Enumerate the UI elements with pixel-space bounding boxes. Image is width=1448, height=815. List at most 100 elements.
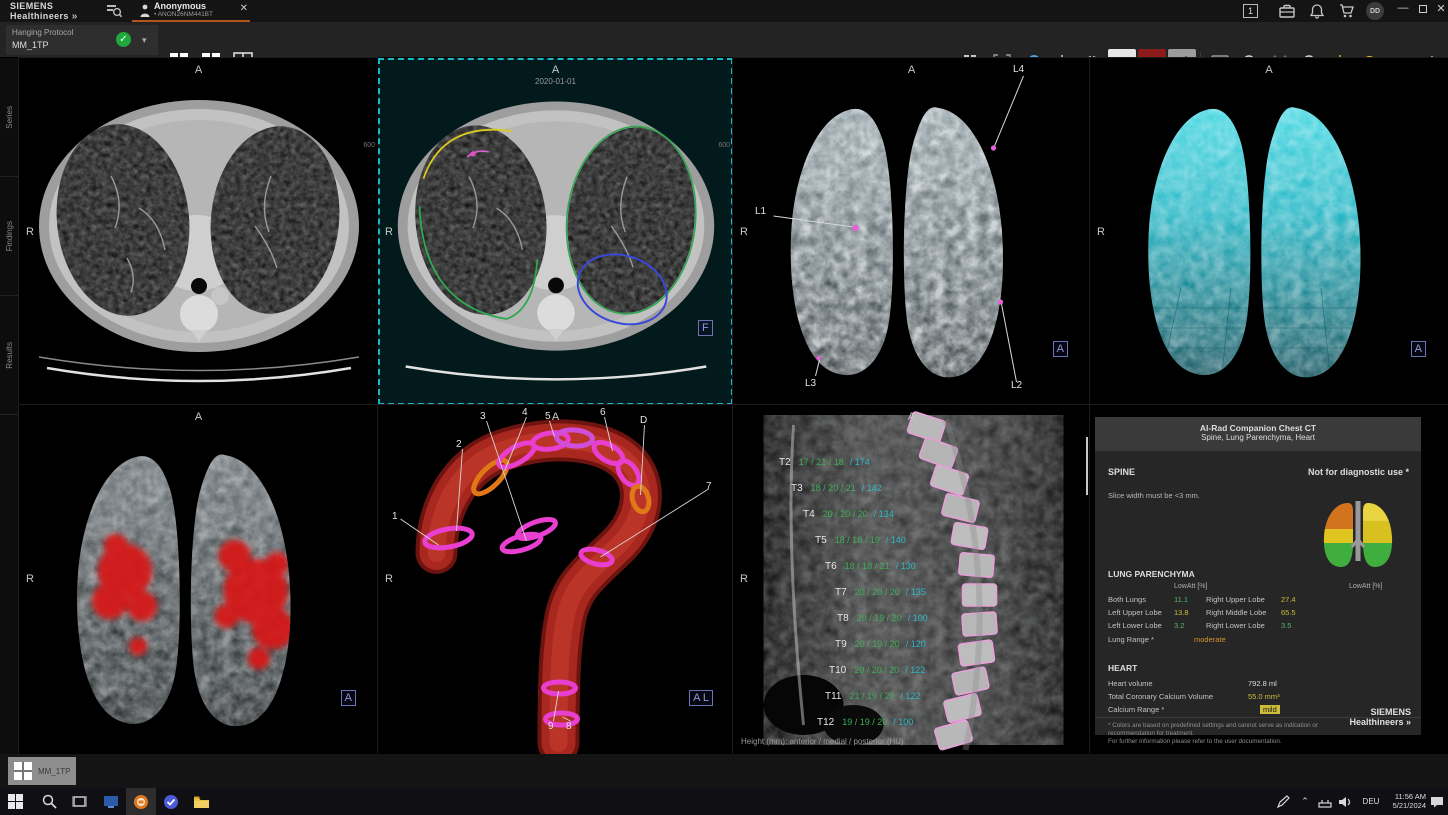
vrt-cyan-image [1090,58,1448,405]
protocol-dropdown-chevron-icon[interactable]: ▾ [142,35,147,46]
layout-name: MM_1TP [38,767,70,776]
active-layout-tile[interactable]: MM_1TP [8,757,76,785]
orientation-marker-box: A [1053,341,1068,357]
main-toolbar: Hanging Protocol MM_1TP ✓ ▾ [0,22,1448,58]
lung-lobe-diagram [1317,499,1399,571]
notifications-bell-icon[interactable] [1306,3,1328,19]
vertebra-row-T5: T518 / 18 / 19/ 140 [815,535,906,546]
siemens-healthineers-logo: SIEMENS Healthineers » [10,1,78,22]
diagnostic-disclaimer: Not for diagnostic use * [1308,467,1409,477]
tab-close-icon[interactable]: ✕ [240,3,248,14]
orientation-anterior-label: A [733,64,1090,76]
study-date-label: 2020-01-01 [378,77,733,86]
briefcase-icon[interactable] [1276,3,1298,19]
aorta-label-7: 7 [706,481,712,492]
aorta-label-4: 4 [522,407,528,418]
user-avatar[interactable]: DD [1366,2,1384,20]
taskbar-clock[interactable]: 11:56 AM 5/21/2024 [1393,792,1426,810]
report-header: AI-Rad Companion Chest CT Spine, Lung Pa… [1095,417,1421,451]
close-button[interactable]: ✕ [1432,2,1448,15]
orientation-right-label: R [26,573,34,585]
sidebar-tab-series[interactable]: Series [0,58,19,177]
report-siemens-logo: SIEMENS Healthineers » [1349,707,1411,727]
orientation-anterior-label: A [378,411,733,423]
remote-app-icon [103,795,119,809]
aorta-label-D: D [640,415,647,426]
orientation-anterior-label: A [733,411,1090,423]
aorta-label-8: 8 [566,721,572,732]
logo-line1: SIEMENS [10,1,78,11]
viewport-vrt-lungs[interactable]: A R A [1090,58,1448,405]
vertebra-row-T2: T217 / 21 / 18/ 174 [779,457,870,468]
lung-table-row: Left Lower Lobe3.2 Right Lower Lobe3.5 [1108,621,1418,633]
orientation-anterior-label: A [378,64,733,76]
orientation-right-label: R [26,226,34,238]
minimize-button[interactable]: — [1394,2,1412,14]
viewport-coronal-opacities[interactable]: A R A [19,405,378,754]
verified-app-icon [163,794,179,810]
logo-line2: Healthineers [10,11,69,21]
notification-center-icon[interactable] [1422,788,1448,815]
task-view-button[interactable] [64,788,94,815]
orientation-right-label: R [740,573,748,585]
vertebra-row-T10: T1020 / 20 / 20/ 122 [829,665,925,676]
lung-range-row: Lung Range *moderate [1108,635,1418,647]
spine-section-heading: SPINE [1108,467,1135,477]
protocol-label: Hanging Protocol [12,28,73,37]
windows-logo-icon [8,794,23,809]
orientation-marker-box: A [1411,341,1426,357]
left-sidebar: Series Findings Results [0,58,19,754]
orientation-right-label: R [740,226,748,238]
taskbar-search-button[interactable] [34,788,64,815]
patient-id: • ANON26NM441BT [154,11,213,18]
taskbar-date: 5/21/2024 [1393,801,1426,810]
file-explorer-button[interactable] [186,788,216,815]
report-title: AI-Rad Companion Chest CT [1095,417,1421,433]
vertebra-row-T8: T820 / 19 / 20/ 100 [837,613,928,624]
orientation-right-label: R [385,226,393,238]
panel-scrollbar[interactable] [1086,437,1088,495]
aorta-label-1: 1 [392,511,398,522]
orientation-right-label: R [385,573,393,585]
viewport-aorta[interactable]: A R 1 2 3 4 5 6 D 7 9 8 A L [378,405,733,754]
viewport-coronal-nodules[interactable]: A R L1 L2 L3 L4 A [733,58,1090,405]
viewport-axial-ct[interactable]: A R 600 [19,58,378,405]
viewport-spine-sagittal[interactable]: A R T217 / 21 / 18/ 174 T318 / 20 / 21/ … [733,405,1090,754]
vertebra-row-T4: T420 / 20 / 20/ 134 [803,509,894,520]
nodule-label-L4: L4 [1013,64,1024,75]
lung-table-row: Left Upper Lobe13.8 Right Middle Lobe65.… [1108,608,1418,620]
application-window: SIEMENS Healthineers » Anonymous • ANON2… [0,0,1448,815]
report-footnote-1: * Colors are based on predefined setting… [1108,722,1323,738]
spine-note: Slice width must be <3 mm. [1108,491,1200,500]
orientation-anterior-label: A [19,411,378,423]
lung-section-heading: LUNG PARENCHYMA [1108,569,1195,579]
patient-search-icon[interactable] [103,3,125,19]
workplace-number-badge[interactable]: 1 [1243,4,1258,18]
orientation-marker-box: A L [689,690,713,706]
heart-row: Heart volume792.8 ml [1108,679,1418,691]
taskbar-app-verified[interactable] [156,788,186,815]
layout-grid-icon [12,760,34,782]
lowatt-header-right: LowAtt [%] [1349,583,1382,590]
taskbar-time: 11:56 AM [1393,792,1426,801]
taskbar-app-syngo-active[interactable] [126,788,156,815]
start-button[interactable] [0,788,30,815]
viewport-axial-ct-contours[interactable]: A 2020-01-01 R 600 F [378,58,733,405]
cart-icon[interactable] [1336,3,1358,19]
vertebra-row-T7: T720 / 20 / 20/ 135 [835,587,926,598]
language-indicator[interactable]: DEU [1356,788,1386,815]
taskbar-app-remote[interactable] [96,788,126,815]
restore-button[interactable] [1414,4,1432,16]
title-bar: SIEMENS Healthineers » Anonymous • ANON2… [0,0,1448,22]
ai-rad-report-panel: AI-Rad Companion Chest CT Spine, Lung Pa… [1090,405,1448,754]
orientation-anterior-label: A [19,64,378,76]
vertebra-row-T6: T618 / 18 / 21/ 130 [825,561,916,572]
logo-arrow-icon: » [72,11,78,22]
sidebar-tab-findings[interactable]: Findings [0,177,19,296]
aorta-image [378,405,733,754]
report-subtitle: Spine, Lung Parenchyma, Heart [1095,433,1421,442]
aorta-label-9: 9 [548,721,554,732]
patient-tab[interactable]: Anonymous • ANON26NM441BT ✕ [132,0,250,22]
hanging-protocol-selector[interactable]: Hanging Protocol MM_1TP ✓ ▾ [6,25,158,55]
sidebar-tab-results[interactable]: Results [0,296,19,415]
